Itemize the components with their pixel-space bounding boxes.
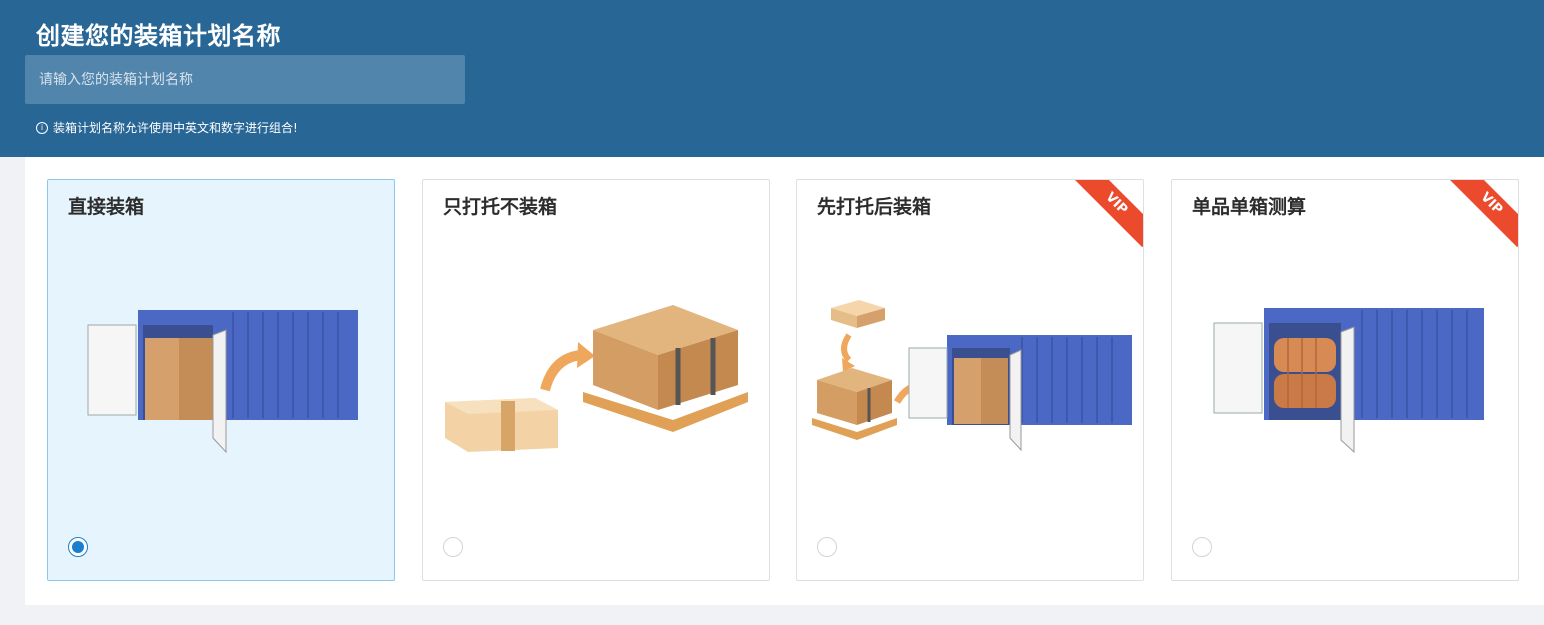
option-radio[interactable] [68,537,88,557]
option-radio[interactable] [1192,537,1212,557]
pallet-to-container-illustration [812,300,1132,452]
container-with-rolls-illustration [1213,308,1484,454]
container-with-boxes-illustration [87,310,358,454]
option-radio[interactable] [443,537,463,557]
option-card-pallet-then-pack[interactable]: 先打托后装箱 VIP [796,179,1144,581]
option-radio[interactable] [817,537,837,557]
option-card-single-item-calc[interactable]: 单品单箱测算 VIP [1171,179,1519,581]
option-card-direct-packing[interactable]: 直接装箱 [47,179,395,581]
radio-selected-dot [72,541,84,553]
header: 创建您的装箱计划名称 i 装箱计划名称允许使用中英文和数字进行组合! [0,0,1544,157]
name-hint-text: 装箱计划名称允许使用中英文和数字进行组合! [53,121,298,135]
plan-name-input[interactable] [25,55,465,104]
name-hint: i 装箱计划名称允许使用中英文和数字进行组合! [36,119,298,136]
pallet-boxes-illustration [445,305,748,452]
info-icon: i [36,121,48,134]
option-card-pallet-only[interactable]: 只打托不装箱 [422,179,770,581]
page-title: 创建您的装箱计划名称 [36,22,281,50]
